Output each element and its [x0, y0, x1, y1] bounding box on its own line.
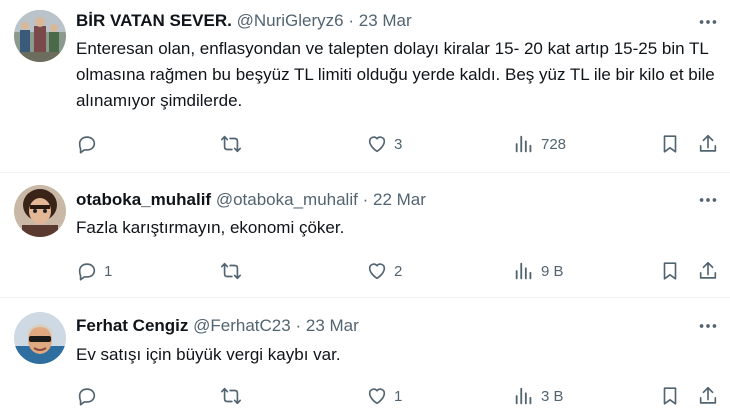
like-button[interactable]: 2 — [366, 257, 402, 285]
reply-count: 1 — [104, 262, 113, 280]
views-button[interactable]: 728 — [513, 130, 566, 158]
timestamp[interactable]: 22 Mar — [373, 190, 426, 209]
tweet[interactable]: BİR VATAN SEVER. @NuriGleryz6 · 23 Mar E… — [0, 0, 730, 172]
share-button[interactable] — [697, 130, 719, 158]
separator: · — [348, 11, 354, 30]
timestamp[interactable]: 23 Mar — [359, 11, 412, 30]
display-name[interactable]: Ferhat Cengiz — [76, 316, 188, 335]
tweet-text: Enteresan olan, enflasyondan ve talepten… — [76, 39, 715, 110]
views-button[interactable]: 3 B — [513, 382, 564, 410]
more-icon[interactable] — [694, 12, 722, 32]
display-name[interactable]: otaboka_muhalif — [76, 190, 211, 209]
avatar[interactable] — [14, 312, 66, 364]
reply-icon — [78, 136, 96, 154]
like-count: 2 — [394, 262, 403, 280]
handle[interactable]: @otaboka_muhalif — [216, 190, 358, 209]
tweet[interactable]: otaboka_muhalif @otaboka_muhalif · 22 Ma… — [0, 173, 730, 297]
views-icon — [515, 262, 532, 280]
views-button[interactable]: 9 B — [513, 257, 564, 285]
share-button[interactable] — [697, 257, 719, 285]
reply-icon — [78, 263, 96, 281]
retweet-icon — [221, 262, 241, 280]
share-button[interactable] — [697, 382, 719, 410]
views-icon — [515, 135, 532, 153]
share-icon — [699, 134, 717, 152]
avatar[interactable] — [14, 10, 66, 62]
more-icon[interactable] — [694, 316, 722, 336]
tweet[interactable]: Ferhat Cengiz @FerhatC23 · 23 Mar Ev sat… — [0, 298, 730, 420]
views-count: 3 B — [541, 387, 564, 405]
bookmark-button[interactable] — [659, 130, 681, 158]
bookmark-icon — [663, 262, 677, 280]
bookmark-icon — [663, 387, 677, 405]
share-icon — [699, 386, 717, 404]
reply-button[interactable] — [76, 130, 104, 158]
like-count: 3 — [394, 135, 403, 153]
heart-icon — [368, 388, 386, 405]
share-icon — [699, 261, 717, 279]
bookmark-button[interactable] — [659, 257, 681, 285]
separator: · — [295, 316, 302, 335]
reply-button[interactable]: 1 — [76, 257, 112, 285]
timestamp[interactable]: 23 Mar — [306, 316, 359, 335]
tweet-header: BİR VATAN SEVER. @NuriGleryz6 · 23 Mar — [76, 10, 412, 32]
like-button[interactable]: 3 — [366, 130, 402, 158]
retweet-icon — [221, 387, 241, 405]
more-icon[interactable] — [694, 190, 722, 210]
reply-button[interactable] — [76, 382, 104, 410]
action-bar: 3 728 — [76, 130, 726, 158]
display-name[interactable]: BİR VATAN SEVER. — [76, 11, 232, 30]
bookmark-icon — [663, 135, 677, 153]
retweet-button[interactable] — [220, 382, 248, 410]
tweet-text: Ev satışı için büyük vergi kaybı var. — [76, 345, 341, 364]
retweet-button[interactable] — [220, 130, 248, 158]
tweet-text: Fazla karıştırmayın, ekonomi çöker. — [76, 218, 345, 237]
heart-icon — [368, 136, 386, 153]
avatar[interactable] — [14, 185, 66, 237]
views-count: 728 — [541, 135, 567, 153]
action-bar: 1 3 B — [76, 382, 726, 410]
handle[interactable]: @FerhatC23 — [193, 316, 291, 335]
heart-icon — [368, 263, 386, 280]
separator: · — [362, 190, 369, 209]
reply-icon — [78, 388, 96, 406]
views-count: 9 B — [541, 262, 564, 280]
handle[interactable]: @NuriGleryz6 — [237, 11, 344, 30]
views-icon — [515, 387, 532, 405]
retweet-button[interactable] — [220, 257, 248, 285]
like-button[interactable]: 1 — [366, 382, 402, 410]
like-count: 1 — [394, 387, 403, 405]
tweet-header: Ferhat Cengiz @FerhatC23 · 23 Mar — [76, 315, 359, 337]
bookmark-button[interactable] — [659, 382, 681, 410]
action-bar: 1 2 9 B — [76, 257, 726, 285]
retweet-icon — [221, 135, 241, 153]
tweet-header: otaboka_muhalif @otaboka_muhalif · 22 Ma… — [76, 189, 426, 211]
